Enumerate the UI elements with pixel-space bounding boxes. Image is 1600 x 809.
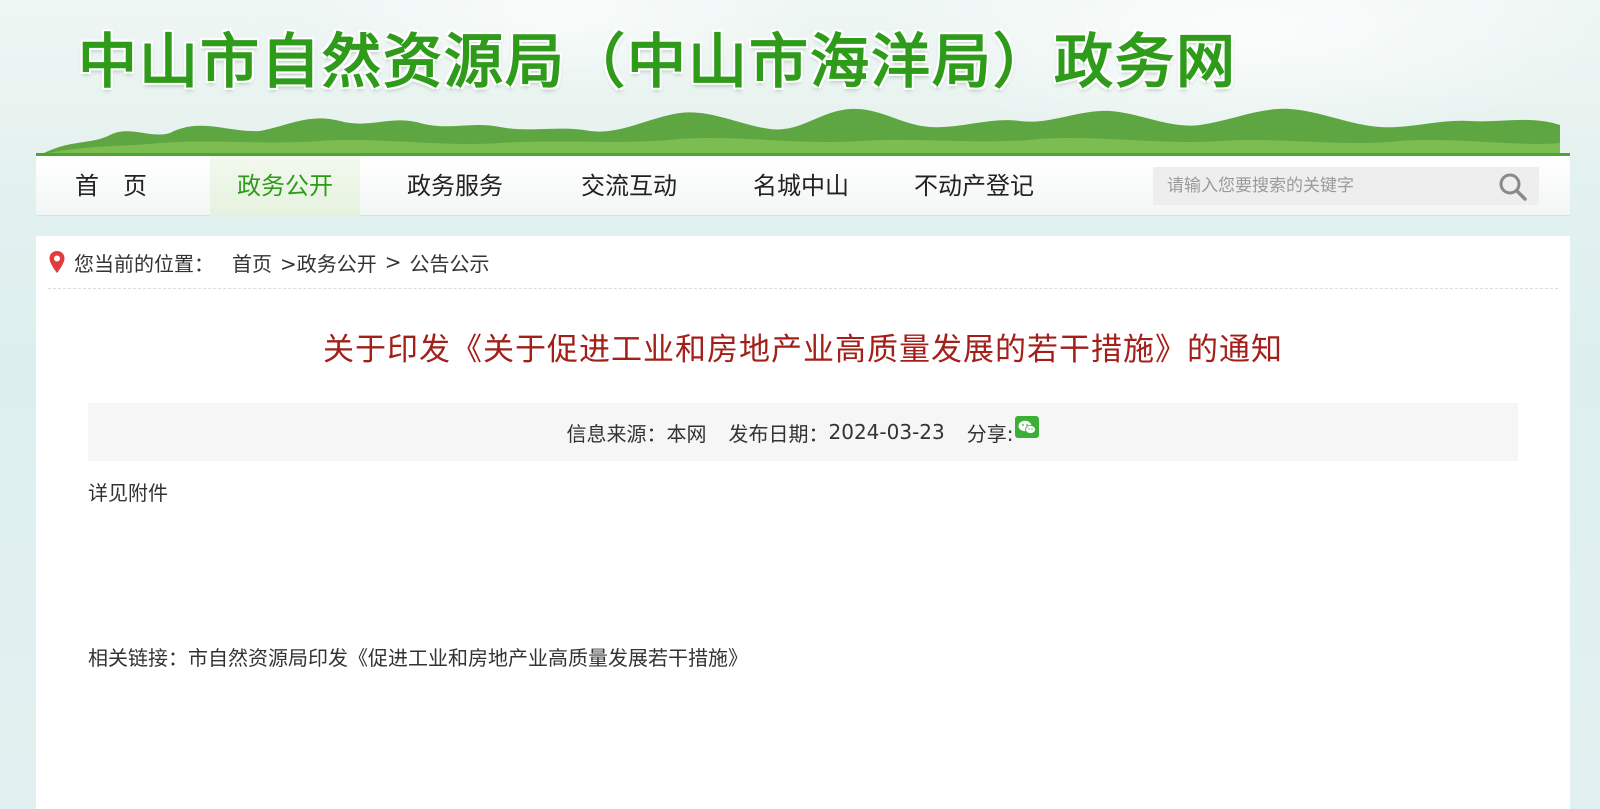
article-body: 详见附件 <box>88 481 168 505</box>
main-nav: 首 页 政务公开 政务服务 交流互动 名城中山 不动产登记 <box>36 153 1570 216</box>
source-value: 本网 <box>666 421 707 446</box>
related-label: 相关链接： <box>88 646 188 670</box>
article-meta: 信息来源： 本网 发布日期： 2024-03-23 分享: <box>88 403 1518 461</box>
related-link[interactable]: 市自然资源局印发《促进工业和房地产业高质量发展若干措施》 <box>188 646 748 670</box>
header-banner: 中山市自然资源局（中山市海洋局）政务网 <box>0 0 1600 155</box>
breadcrumb-divider <box>48 288 1558 289</box>
breadcrumb-home[interactable]: 首页 <box>232 248 272 277</box>
breadcrumb-section[interactable]: >政务公开 <box>280 248 377 277</box>
breadcrumb-prefix: 您当前的位置： <box>74 251 214 276</box>
nav-item-famous-city[interactable]: 名城中山 <box>726 156 876 216</box>
date-value: 2024-03-23 <box>828 420 945 444</box>
nav-item-real-estate-registration[interactable]: 不动产登记 <box>894 156 1054 216</box>
breadcrumb: 您当前的位置： 首页 >政务公开 > 公告公示 <box>48 244 490 280</box>
search-box <box>1153 167 1539 205</box>
source-label: 信息来源： <box>566 421 667 446</box>
search-input[interactable] <box>1153 167 1483 205</box>
nav-item-home[interactable]: 首 页 <box>36 156 186 216</box>
wechat-icon[interactable] <box>1015 416 1040 438</box>
site-title: 中山市自然资源局（中山市海洋局）政务网 <box>78 27 1238 96</box>
content-panel: 您当前的位置： 首页 >政务公开 > 公告公示 关于印发《关于促进工业和房地产业… <box>36 236 1570 809</box>
nav-item-interaction[interactable]: 交流互动 <box>554 156 704 216</box>
nav-item-government-affairs[interactable]: 政务公开 <box>210 156 360 216</box>
search-icon[interactable] <box>1497 171 1529 201</box>
tree-line-decoration <box>40 108 1560 155</box>
article-title: 关于印发《关于促进工业和房地产业高质量发展的若干措施》的通知 <box>323 332 1283 368</box>
nav-item-government-services[interactable]: 政务服务 <box>380 156 530 216</box>
location-pin-icon <box>49 251 65 273</box>
related-links: 相关链接：市自然资源局印发《促进工业和房地产业高质量发展若干措施》 <box>88 642 748 671</box>
date-label: 发布日期： <box>728 421 829 446</box>
share-label: 分享: <box>966 421 1014 446</box>
breadcrumb-separator: > <box>384 250 402 274</box>
breadcrumb-current[interactable]: 公告公示 <box>410 248 490 277</box>
